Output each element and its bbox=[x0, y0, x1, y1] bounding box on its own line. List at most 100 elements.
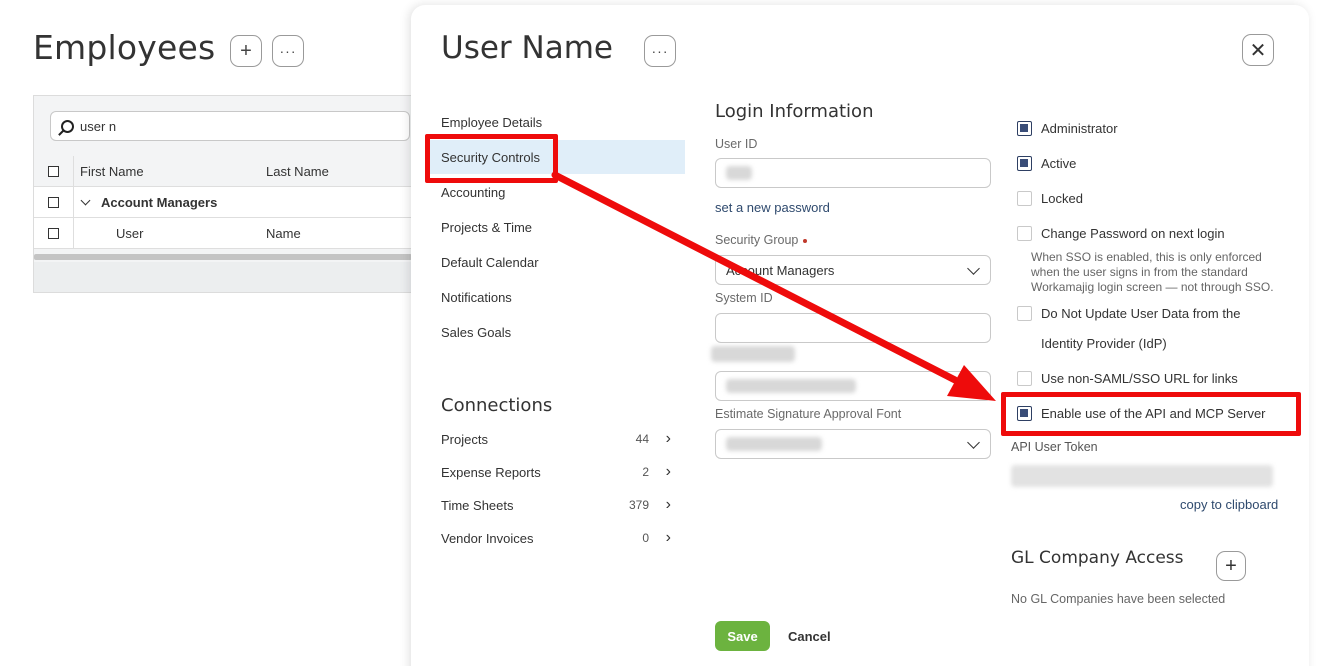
chevron-down-icon[interactable] bbox=[80, 195, 91, 205]
user-id-label: User ID bbox=[715, 137, 758, 151]
ellipsis-icon: ··· bbox=[651, 43, 669, 59]
connection-label: Time Sheets bbox=[441, 497, 514, 513]
active-checkbox[interactable] bbox=[1017, 156, 1032, 171]
user-more-options-button[interactable]: ··· bbox=[644, 35, 676, 67]
chevron-right-icon[interactable]: › bbox=[649, 430, 671, 448]
api-label: Enable use of the API and MCP Server bbox=[1041, 406, 1266, 421]
active-checkbox-row[interactable]: Active bbox=[1017, 156, 1076, 171]
plus-icon: + bbox=[240, 40, 252, 62]
administrator-checkbox[interactable] bbox=[1017, 121, 1032, 136]
gl-empty-message: No GL Companies have been selected bbox=[1011, 592, 1226, 606]
user-detail-panel: User Name ··· ✕ Employee Details Securit… bbox=[411, 5, 1309, 666]
security-group-value: Account Managers bbox=[726, 262, 835, 278]
grid-table: First Name Last Name Account Managers Us… bbox=[34, 156, 412, 249]
redacted-field[interactable] bbox=[715, 371, 991, 401]
change-password-checkbox[interactable] bbox=[1017, 226, 1032, 241]
change-password-checkbox-row[interactable]: Change Password on next login bbox=[1017, 226, 1225, 241]
cancel-button[interactable]: Cancel bbox=[788, 621, 831, 651]
redacted-value bbox=[726, 379, 856, 393]
column-header-last-name[interactable]: Last Name bbox=[266, 164, 412, 179]
close-icon: ✕ bbox=[1249, 39, 1267, 62]
chevron-down-icon bbox=[967, 436, 980, 449]
change-password-label: Change Password on next login bbox=[1041, 226, 1225, 241]
no-update-checkbox[interactable] bbox=[1017, 306, 1032, 321]
plus-icon: + bbox=[1225, 554, 1237, 577]
cell-last-name: Name bbox=[266, 225, 301, 241]
add-gl-company-button[interactable]: + bbox=[1216, 551, 1246, 581]
close-button[interactable]: ✕ bbox=[1242, 34, 1274, 66]
security-group-label: Security Group bbox=[715, 233, 808, 247]
search-value: user n bbox=[80, 118, 117, 134]
grid-footer bbox=[34, 262, 412, 292]
connection-label: Projects bbox=[441, 431, 488, 447]
nav-accounting[interactable]: Accounting bbox=[429, 175, 685, 209]
no-update-checkbox-row[interactable]: Do Not Update User Data from the bbox=[1017, 306, 1240, 321]
non-saml-checkbox[interactable] bbox=[1017, 371, 1032, 386]
estimate-font-select[interactable] bbox=[715, 429, 991, 459]
table-row[interactable]: User Name bbox=[34, 218, 412, 249]
group-row[interactable]: Account Managers bbox=[34, 187, 412, 218]
modal-title: User Name bbox=[441, 30, 613, 66]
employee-grid: user n First Name Last Name Account Mana… bbox=[33, 95, 413, 293]
search-icon bbox=[61, 119, 74, 133]
set-password-link[interactable]: set a new password bbox=[715, 200, 830, 215]
row-checkbox[interactable] bbox=[34, 218, 74, 248]
copy-to-clipboard-link[interactable]: copy to clipboard bbox=[1180, 497, 1278, 512]
row-checkbox[interactable] bbox=[34, 187, 74, 217]
column-header-first-name[interactable]: First Name bbox=[74, 164, 266, 179]
connection-count: 44 bbox=[635, 432, 649, 446]
no-update-label: Do Not Update User Data from the bbox=[1041, 306, 1241, 321]
add-employee-button[interactable]: + bbox=[230, 35, 262, 67]
connection-count: 2 bbox=[642, 465, 649, 479]
administrator-checkbox-row[interactable]: Administrator bbox=[1017, 121, 1118, 136]
sso-note: When SSO is enabled, this is only enforc… bbox=[1031, 250, 1274, 294]
connection-projects[interactable]: Projects 44 › bbox=[441, 429, 671, 449]
redacted-label bbox=[711, 346, 795, 367]
no-update-label-line2: Identity Provider (IdP) bbox=[1041, 336, 1167, 351]
api-checkbox-row[interactable]: Enable use of the API and MCP Server bbox=[1017, 406, 1266, 421]
connection-label: Vendor Invoices bbox=[441, 530, 534, 546]
nav-notifications[interactable]: Notifications bbox=[429, 280, 685, 314]
api-token-value bbox=[1011, 465, 1273, 492]
chevron-right-icon[interactable]: › bbox=[649, 529, 671, 547]
api-checkbox[interactable] bbox=[1017, 406, 1032, 421]
locked-checkbox-row[interactable]: Locked bbox=[1017, 191, 1083, 206]
connection-vendor-invoices[interactable]: Vendor Invoices 0 › bbox=[441, 528, 671, 548]
more-options-button[interactable]: ··· bbox=[272, 35, 304, 67]
search-input[interactable]: user n bbox=[50, 111, 410, 141]
connection-label: Expense Reports bbox=[441, 464, 541, 480]
cell-first-name: User bbox=[116, 225, 144, 241]
redacted-value bbox=[726, 166, 752, 180]
login-information-title: Login Information bbox=[715, 101, 874, 122]
grid-header-row: First Name Last Name bbox=[34, 156, 412, 187]
connection-expense-reports[interactable]: Expense Reports 2 › bbox=[441, 462, 671, 482]
nav-sales-goals[interactable]: Sales Goals bbox=[429, 315, 685, 349]
non-saml-checkbox-row[interactable]: Use non-SAML/SSO URL for links bbox=[1017, 371, 1238, 386]
estimate-font-label: Estimate Signature Approval Font bbox=[715, 407, 902, 421]
connections-title: Connections bbox=[441, 395, 553, 416]
system-id-field[interactable] bbox=[715, 313, 991, 343]
non-saml-label: Use non-SAML/SSO URL for links bbox=[1041, 371, 1238, 386]
select-all-checkbox[interactable] bbox=[34, 156, 74, 186]
user-id-field[interactable] bbox=[715, 158, 991, 188]
nav-employee-details[interactable]: Employee Details bbox=[429, 105, 685, 139]
chevron-right-icon[interactable]: › bbox=[649, 496, 671, 514]
redacted-value bbox=[726, 437, 822, 451]
security-group-select[interactable]: Account Managers bbox=[715, 255, 991, 285]
system-id-label: System ID bbox=[715, 291, 773, 305]
nav-projects-time[interactable]: Projects & Time bbox=[429, 210, 685, 244]
connection-count: 379 bbox=[628, 498, 649, 512]
chevron-right-icon[interactable]: › bbox=[649, 463, 671, 481]
group-name: Account Managers bbox=[101, 194, 218, 210]
active-label: Active bbox=[1041, 156, 1077, 171]
save-button[interactable]: Save bbox=[715, 621, 770, 651]
chevron-down-icon bbox=[967, 262, 980, 275]
connection-time-sheets[interactable]: Time Sheets 379 › bbox=[441, 495, 671, 515]
locked-label: Locked bbox=[1041, 191, 1083, 206]
api-token-label: API User Token bbox=[1011, 440, 1098, 454]
horizontal-scrollbar[interactable] bbox=[34, 254, 412, 260]
nav-default-calendar[interactable]: Default Calendar bbox=[429, 245, 685, 279]
locked-checkbox[interactable] bbox=[1017, 191, 1032, 206]
administrator-label: Administrator bbox=[1041, 121, 1118, 136]
nav-security-controls[interactable]: Security Controls bbox=[429, 140, 685, 174]
